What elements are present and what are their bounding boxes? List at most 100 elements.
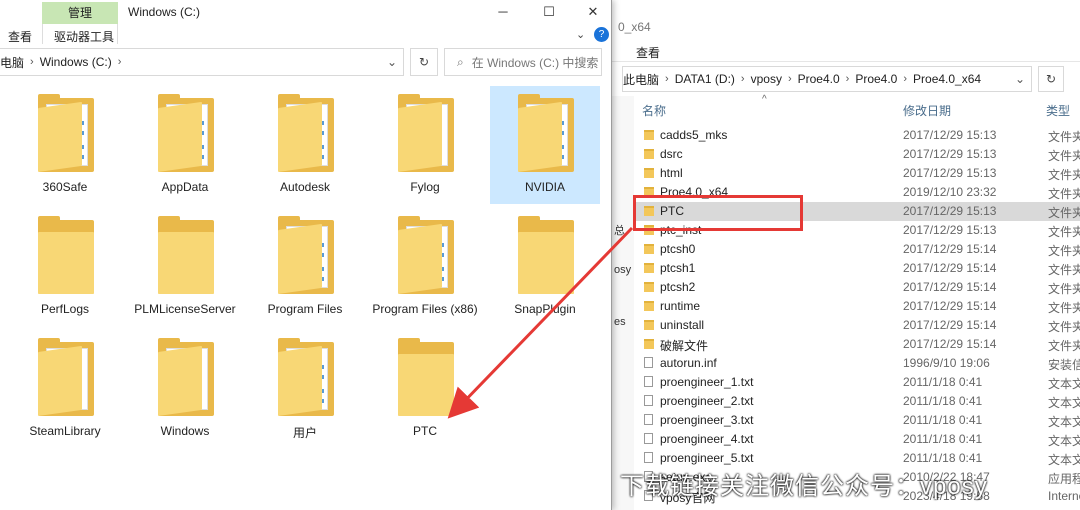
file-row[interactable]: ptcsh1 2017/12/29 15:14 文件夹 [634,259,1080,278]
file-row[interactable]: ptcsh0 2017/12/29 15:14 文件夹 [634,240,1080,259]
folder-icon [38,338,94,416]
highlight-box [633,195,803,231]
minimize-button[interactable]: ─ [488,2,518,22]
breadcrumb-item[interactable]: Proe4.0 [855,72,897,86]
breadcrumb-item[interactable]: vposy [751,72,782,86]
column-header-date[interactable]: 修改日期 [903,102,951,119]
chevron-right-icon: › [787,73,792,85]
file-type: 文本文 [1048,453,1080,467]
folder-icon [644,282,654,292]
file-row[interactable]: cadds5_mks 2017/12/29 15:13 文件夹 [634,126,1080,145]
tab-manage[interactable]: 管理 [42,2,118,24]
breadcrumb-item[interactable]: DATA1 (D:) [675,72,735,86]
breadcrumb-item[interactable]: 此电脑 [623,71,659,88]
file-type: 文件夹 [1048,339,1080,353]
folder-item[interactable]: AppData [130,86,240,204]
explorer-window-proe: 0_x64 查看 此电脑 › DATA1 (D:) › vposy › Proe4.0… [612,0,1080,510]
file-name: proengineer_3.txt [660,413,754,427]
folder-item[interactable]: Fylog [370,86,480,204]
file-type: Interne [1048,489,1080,503]
file-row[interactable]: dsrc 2017/12/29 15:13 文件夹 [634,145,1080,164]
tab-view[interactable]: 查看 [636,44,660,61]
maximize-button[interactable]: ☐ [534,2,564,22]
column-header-name[interactable]: 名称 [642,102,666,119]
nav-item[interactable]: osy [614,264,631,276]
file-name: uninstall [660,318,705,332]
address-bar[interactable]: 此电脑 › DATA1 (D:) › vposy › Proe4.0 › Proe4.0… [622,66,1032,92]
nav-item[interactable]: es [614,316,626,328]
file-icon [644,452,653,463]
folder-item[interactable]: PerfLogs [10,208,120,326]
file-date: 2019/12/10 23:32 [903,185,997,199]
chevron-down-icon[interactable]: ⌄ [387,55,397,69]
folder-icon [644,301,654,311]
column-header-type[interactable]: 类型 [1046,102,1070,119]
folder-item[interactable]: 用户 [250,330,360,448]
chevron-down-icon[interactable]: ⌄ [576,28,585,41]
folder-item[interactable]: Windows [130,330,240,448]
search-input[interactable]: ⌕ 在 Windows (C:) 中搜索 [444,48,602,76]
file-date: 2011/1/18 0:41 [903,432,983,446]
breadcrumb-item[interactable]: Windows (C:) [40,55,112,69]
folder-item[interactable]: SnapPlugin [490,208,600,326]
tab-drive-tools[interactable]: 驱动器工具 [54,28,114,45]
close-button[interactable]: ✕ [578,2,608,22]
file-type: 文件夹 [1048,244,1080,258]
help-icon[interactable]: ? [594,27,609,42]
file-row[interactable]: ptcsh2 2017/12/29 15:14 文件夹 [634,278,1080,297]
folder-icon [38,94,94,172]
folder-label: Autodesk [279,180,331,194]
search-placeholder: 在 Windows (C:) 中搜索 [471,55,599,70]
folder-icon [278,216,334,294]
folder-item[interactable]: NVIDIA [490,86,600,204]
file-row[interactable]: html 2017/12/29 15:13 文件夹 [634,164,1080,183]
breadcrumb-item[interactable]: Proe4.0 [798,72,840,86]
file-type: 文件夹 [1048,206,1080,220]
file-name: cadds5_mks [660,128,728,142]
folder-icon [398,338,454,416]
chevron-down-icon[interactable]: ⌄ [1015,72,1025,86]
tab-view[interactable]: 查看 [8,28,32,45]
folder-item[interactable]: Autodesk [250,86,360,204]
file-date: 2017/12/29 15:14 [903,261,997,275]
folder-label: PTC [413,424,437,438]
file-type: 文本文 [1048,434,1080,448]
file-name: runtime [660,299,701,313]
file-row[interactable]: proengineer_4.txt 2011/1/18 0:41 文本文 [634,430,1080,449]
file-row[interactable]: 破解文件 2017/12/29 15:14 文件夹 [634,335,1080,354]
folder-item[interactable]: PLMLicenseServer [130,208,240,326]
breadcrumb-item[interactable]: Proe4.0_x64 [913,72,981,86]
search-icon: ⌕ [457,54,464,69]
refresh-button[interactable]: ↻ [1038,66,1064,92]
file-type: 文本文 [1048,396,1080,410]
file-date: 2017/12/29 15:13 [903,204,997,218]
nav-item[interactable]: 总 [614,222,625,238]
folder-item[interactable]: Program Files [250,208,360,326]
folder-label: Fylog [410,180,440,194]
file-row[interactable]: proengineer_2.txt 2011/1/18 0:41 文本文 [634,392,1080,411]
folder-icon [644,168,654,178]
breadcrumb-item[interactable]: 电脑 [0,54,24,71]
folder-item[interactable]: SteamLibrary [10,330,120,448]
file-row[interactable]: proengineer_1.txt 2011/1/18 0:41 文本文 [634,373,1080,392]
file-date: 2017/12/29 15:13 [903,223,997,237]
refresh-button[interactable]: ↻ [410,48,438,76]
folder-label: PLMLicenseServer [134,302,236,316]
file-name: autorun.inf [660,356,717,370]
file-row[interactable]: uninstall 2017/12/29 15:14 文件夹 [634,316,1080,335]
file-type: 文件夹 [1048,168,1080,182]
file-date: 2011/1/18 0:41 [903,413,983,427]
folder-icon [518,216,574,294]
address-bar[interactable]: 电脑 › Windows (C:) › ⌄ [0,48,404,76]
file-name: ptcsh1 [660,261,696,275]
file-row[interactable]: runtime 2017/12/29 15:14 文件夹 [634,297,1080,316]
file-icon [644,357,653,368]
folder-item[interactable]: 360Safe [10,86,120,204]
folder-label: Program Files (x86) [372,302,478,316]
folder-item[interactable]: Program Files (x86) [370,208,480,326]
chevron-right-icon: › [117,56,122,68]
folder-item[interactable]: PTC [370,330,480,448]
file-row[interactable]: autorun.inf 1996/9/10 19:06 安装信 [634,354,1080,373]
file-type: 安装信 [1048,358,1080,372]
file-row[interactable]: proengineer_3.txt 2011/1/18 0:41 文本文 [634,411,1080,430]
